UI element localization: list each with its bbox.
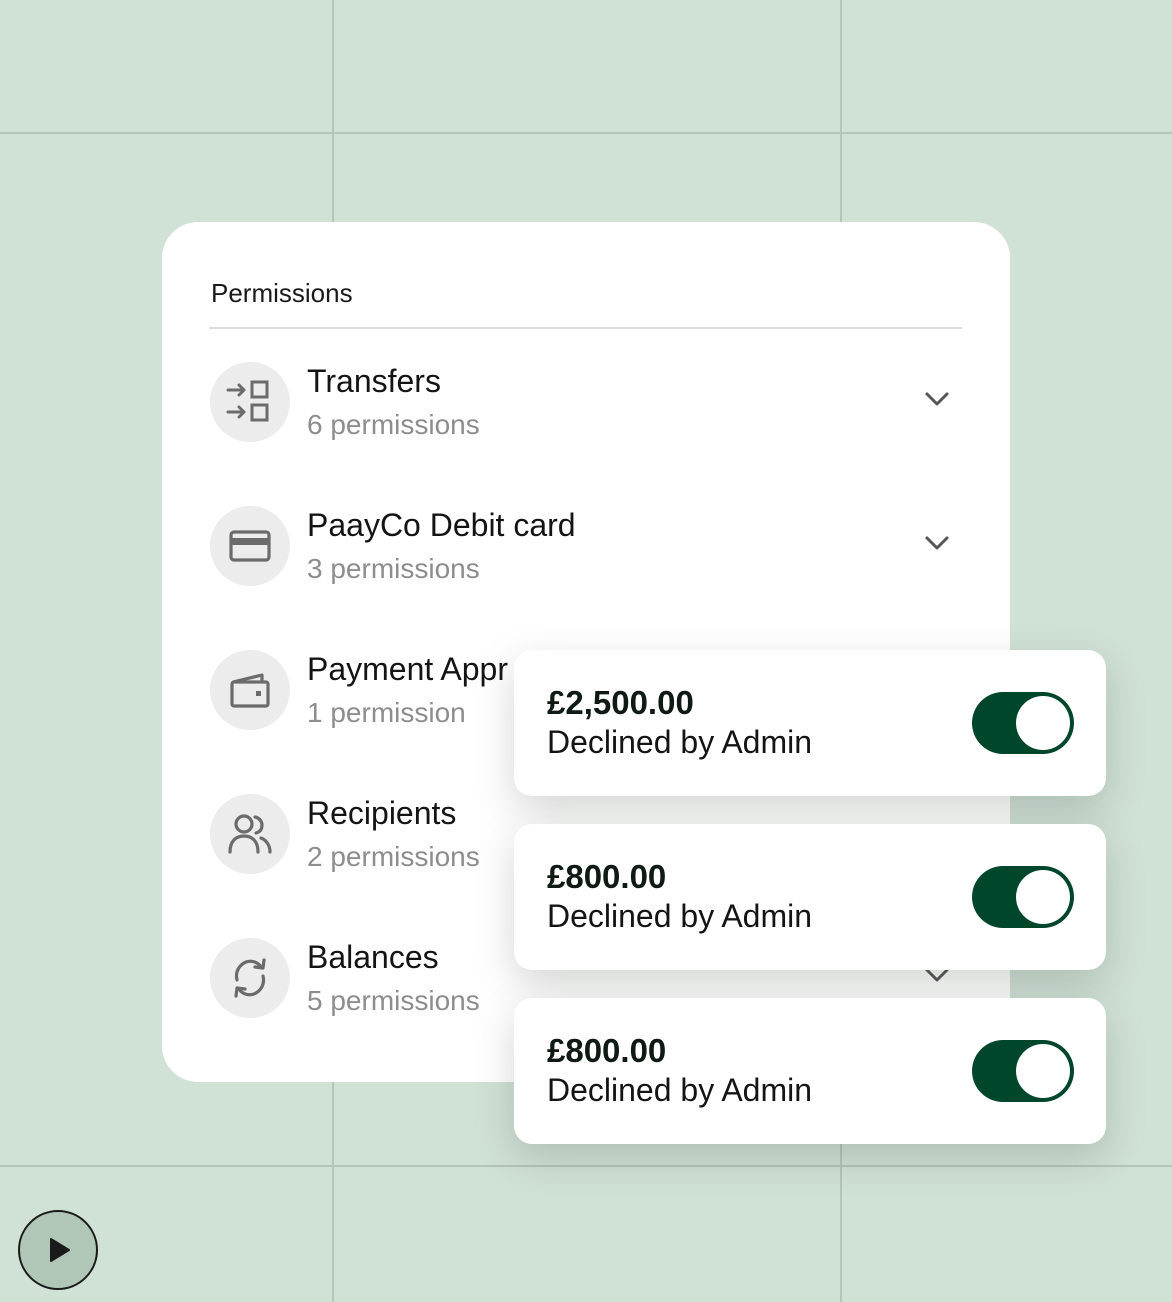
toggle-knob [1016,1044,1070,1098]
grid-line [0,132,1172,134]
play-icon [50,1238,70,1262]
permission-name: Payment Appr [307,651,508,687]
toggle-switch[interactable] [972,1040,1074,1102]
refresh-icon [210,938,290,1018]
chevron-down-icon[interactable] [924,390,950,408]
chevron-down-icon[interactable] [924,534,950,552]
toggle-knob [1016,696,1070,750]
permission-name: PaayCo Debit card [307,507,576,543]
permission-name: Balances [307,939,439,975]
toggle-switch[interactable] [972,866,1074,928]
permission-name: Recipients [307,795,457,831]
permission-name: Transfers [307,363,441,399]
notification-amount: £2,500.00 [547,684,694,721]
transfer-icon [210,362,290,442]
grid-line [0,1165,1172,1167]
users-icon [210,794,290,874]
permission-count: 6 permissions [307,409,480,440]
permission-count: 3 permissions [307,553,480,584]
notification-card: £800.00 Declined by Admin [514,824,1106,970]
permission-item-debit-card[interactable]: PaayCo Debit card 3 permissions [210,506,962,586]
notification-card: £800.00 Declined by Admin [514,998,1106,1144]
notification-status: Declined by Admin [547,898,813,934]
permission-count: 1 permission [307,697,466,728]
notification-amount: £800.00 [547,858,667,895]
permission-count: 5 permissions [307,985,480,1016]
permission-item-transfers[interactable]: Transfers 6 permissions [210,362,962,442]
card-icon [210,506,290,586]
permission-count: 2 permissions [307,841,480,872]
notification-status: Declined by Admin [547,1072,813,1108]
permissions-title: Permissions [211,278,353,308]
play-button[interactable] [18,1210,98,1290]
wallet-icon [210,650,290,730]
notification-card: £2,500.00 Declined by Admin [514,650,1106,796]
toggle-knob [1016,870,1070,924]
toggle-switch[interactable] [972,692,1074,754]
divider [209,327,962,329]
notification-amount: £800.00 [547,1032,667,1069]
notification-status: Declined by Admin [547,724,813,760]
